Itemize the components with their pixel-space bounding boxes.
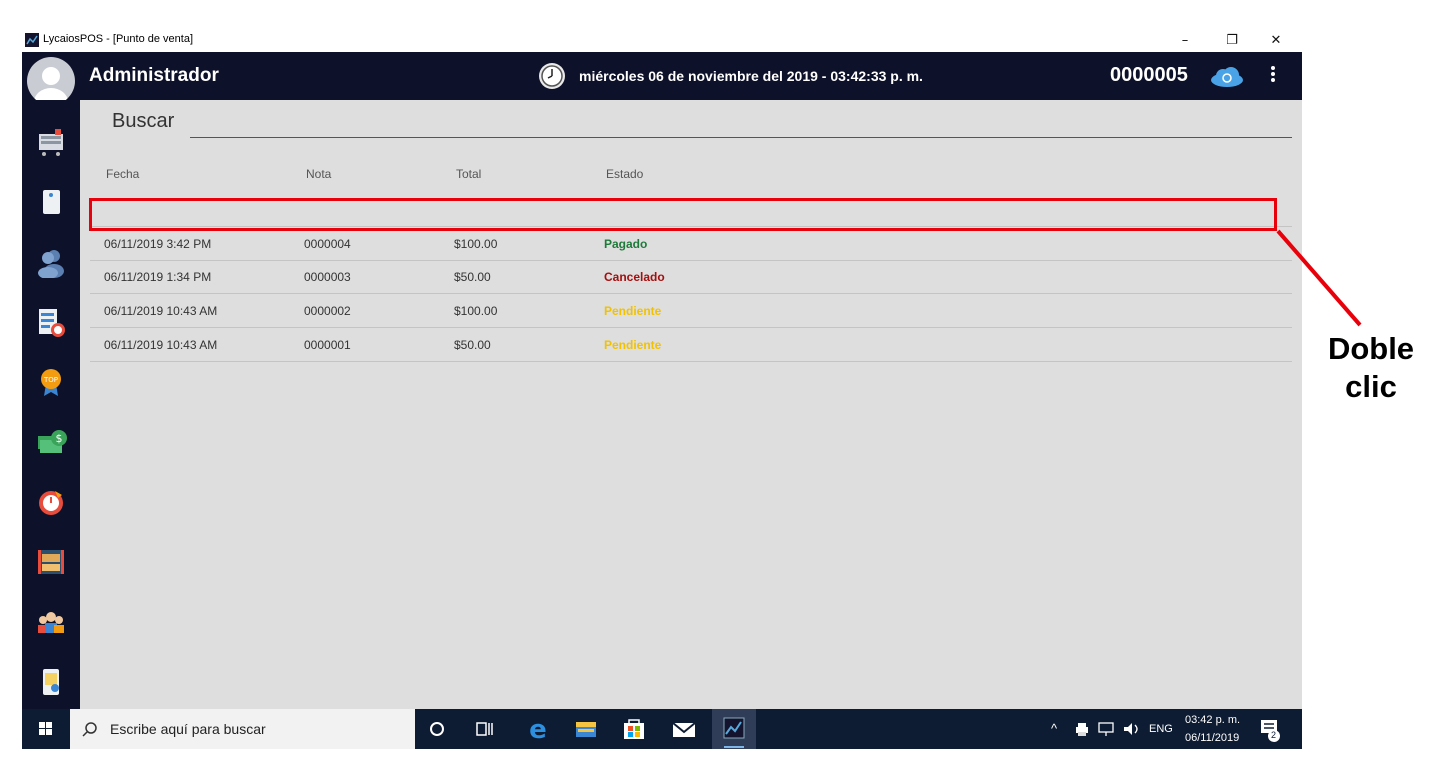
double-click-label-line2: clic xyxy=(1345,369,1397,404)
callout-arrow xyxy=(1276,229,1362,327)
double-click-label-line1: Doble xyxy=(1327,331,1415,366)
double-click-label: Doble clic xyxy=(1318,330,1424,406)
